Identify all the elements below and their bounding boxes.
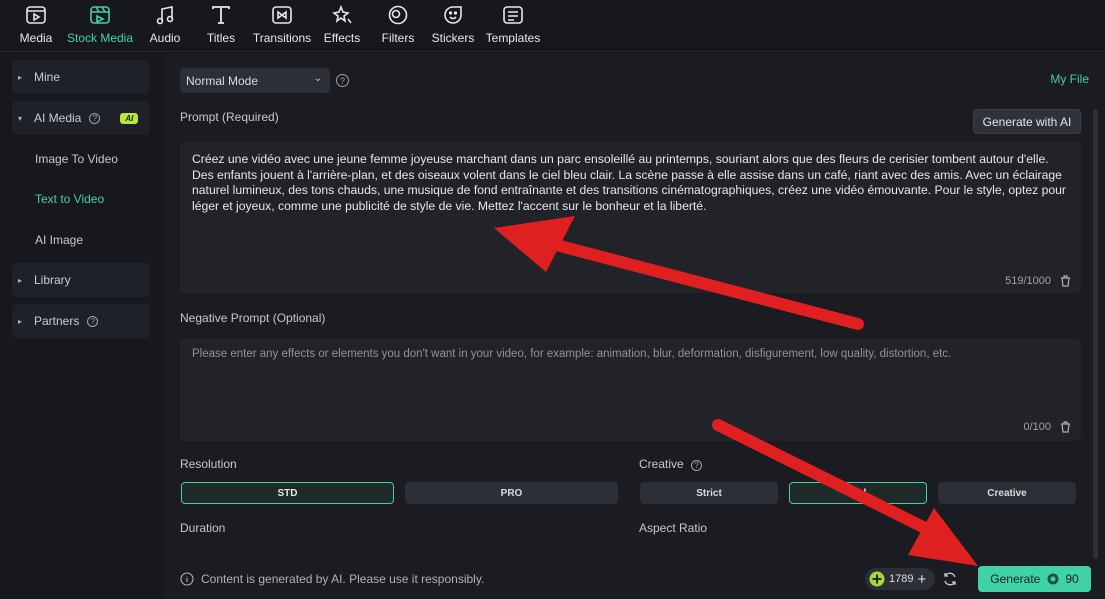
scrollbar[interactable] <box>1093 109 1098 559</box>
music-note-icon <box>156 6 174 25</box>
text-to-video-panel: Normal Mode ⌄ ? My File Prompt (Required… <box>165 53 1105 599</box>
credits-pill[interactable]: 1789 + <box>865 568 935 590</box>
prompt-textarea[interactable]: Créez une vidéo avec une jeune femme joy… <box>180 142 1081 293</box>
generate-button[interactable]: Generate 90 <box>978 566 1091 592</box>
caret-right-icon: ▸ <box>18 72 23 82</box>
sidebar-item-partners[interactable]: ▸ Partners ? <box>12 304 150 338</box>
caret-down-icon: ▾ <box>18 113 23 123</box>
toolbar-stock-media[interactable]: Stock Media <box>66 0 134 52</box>
help-icon[interactable]: ? <box>87 315 99 327</box>
templates-icon <box>503 6 523 24</box>
chevron-down-icon: ⌄ <box>313 73 322 84</box>
caret-right-icon: ▸ <box>18 275 23 285</box>
help-icon[interactable]: ? <box>336 74 349 87</box>
creative-strict-button[interactable]: Strict <box>640 482 778 504</box>
effects-icon <box>332 4 352 24</box>
mode-dropdown[interactable]: Normal Mode ⌄ <box>180 68 330 93</box>
toolbar-media[interactable]: Media <box>17 0 55 52</box>
prompt-label: Prompt (Required) <box>180 110 279 124</box>
aspect-ratio-label: Aspect Ratio <box>639 521 708 535</box>
duration-label: Duration <box>180 521 226 535</box>
trash-icon[interactable] <box>1060 275 1071 287</box>
transitions-icon <box>272 6 292 24</box>
sidebar-item-ai-image[interactable]: AI Image <box>35 233 83 247</box>
resolution-std-button[interactable]: STD <box>181 482 394 504</box>
negative-prompt-placeholder: Please enter any effects or elements you… <box>192 348 952 360</box>
my-file-link[interactable]: My File <box>1050 72 1089 86</box>
sidebar-item-mine[interactable]: ▸ Mine <box>12 60 150 94</box>
toolbar-templates[interactable]: Templates <box>485 0 541 52</box>
ai-badge: AI <box>120 112 139 124</box>
creative-label: Creative ? <box>639 457 703 471</box>
help-icon[interactable]: ? <box>89 112 101 124</box>
info-icon <box>180 572 194 586</box>
sidebar-item-image-to-video[interactable]: Image To Video <box>35 152 118 166</box>
toolbar-audio[interactable]: Audio <box>146 0 184 52</box>
toolbar-titles[interactable]: Titles <box>203 0 239 52</box>
creative-creative-button[interactable]: Creative <box>938 482 1076 504</box>
prompt-text: Créez une vidéo avec une jeune femme joy… <box>192 152 1066 213</box>
media-icon <box>26 6 46 24</box>
refresh-icon[interactable] <box>942 571 958 587</box>
prompt-counter: 519/1000 <box>1005 275 1051 287</box>
text-t-icon <box>212 6 230 24</box>
negative-prompt-label: Negative Prompt (Optional) <box>180 311 326 325</box>
sidebar: ▸ Mine ▾ AI Media ? AI Image To Video Te… <box>0 53 164 599</box>
filters-icon <box>388 5 408 25</box>
sidebar-item-library[interactable]: ▸ Library <box>12 263 150 297</box>
negative-prompt-counter: 0/100 <box>1023 421 1051 433</box>
toolbar-transitions[interactable]: Transitions <box>251 0 313 52</box>
top-toolbar: Media Stock Media Audio Titles Transitio… <box>0 0 1105 52</box>
toolbar-effects[interactable]: Effects <box>322 0 362 52</box>
ai-notice: Content is generated by AI. Please use i… <box>180 572 484 586</box>
resolution-pro-button[interactable]: PRO <box>405 482 618 504</box>
toolbar-stickers[interactable]: Stickers <box>431 0 475 52</box>
generate-with-ai-button[interactable]: Generate with AI <box>973 109 1081 134</box>
creative-general-button[interactable]: ...al <box>789 482 927 504</box>
help-icon[interactable]: ? <box>691 460 703 471</box>
add-credits-icon[interactable]: + <box>917 571 926 588</box>
credit-coin-icon <box>869 571 885 587</box>
caret-right-icon: ▸ <box>18 316 23 326</box>
toolbar-filters[interactable]: Filters <box>380 0 416 52</box>
sidebar-item-text-to-video[interactable]: Text to Video <box>35 192 104 206</box>
trash-icon[interactable] <box>1060 421 1071 433</box>
stock-media-icon <box>90 6 110 24</box>
stickers-icon <box>444 6 462 24</box>
sidebar-item-ai-media[interactable]: ▾ AI Media ? AI <box>12 101 150 135</box>
credit-coin-icon <box>1047 573 1059 585</box>
negative-prompt-textarea[interactable]: Please enter any effects or elements you… <box>180 339 1081 441</box>
resolution-label: Resolution <box>180 457 237 471</box>
